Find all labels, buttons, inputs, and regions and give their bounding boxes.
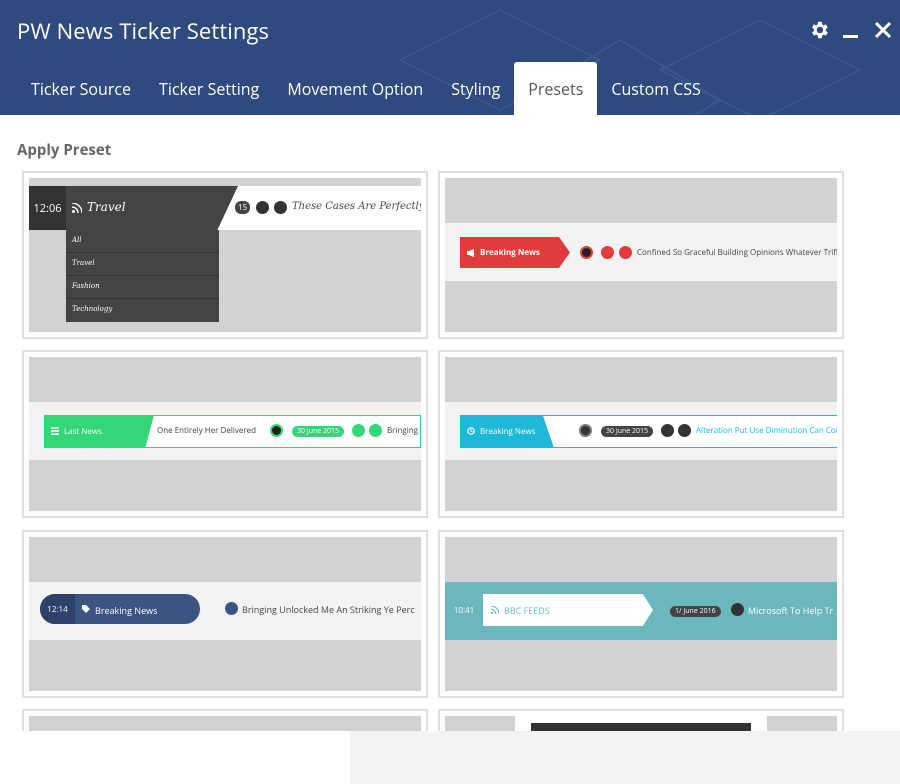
ticker-label: Last News — [64, 426, 102, 437]
section-title: Apply Preset — [17, 140, 112, 160]
avatar — [579, 424, 592, 437]
ticker-label: Breaking News — [95, 604, 158, 617]
ticker-headline: Microsoft To Help Tr — [748, 604, 834, 617]
ticker-headline: These Cases Are Perfectly Simp — [292, 201, 421, 212]
preset-preview-1: 12:06 Travel 15 These Cases Are Perfectl… — [29, 178, 421, 332]
tab-custom-css[interactable]: Custom CSS — [597, 62, 714, 115]
rss-icon — [491, 606, 499, 614]
tab-movement-option[interactable]: Movement Option — [273, 62, 437, 115]
gear-icon[interactable] — [808, 19, 830, 41]
ticker-time: 12:06 — [29, 186, 66, 230]
ticker-category: Travel — [87, 200, 126, 214]
list-icon — [51, 427, 59, 435]
dropdown-item: Fashion — [66, 276, 219, 299]
avatar — [580, 246, 593, 259]
window-header: PW News Ticker Settings Ticker Source Ti… — [0, 0, 900, 115]
close-icon[interactable] — [872, 19, 894, 41]
tab-ticker-setting[interactable]: Ticker Setting — [145, 62, 273, 115]
tab-presets[interactable]: Presets — [514, 62, 598, 115]
date-pill: 30 June 2015 — [292, 426, 345, 437]
ticker-bar: 12:06 Travel 15 These Cases Are Perfectl… — [29, 186, 421, 230]
preset-preview-4: Breaking News 30 June 2015 Alteration Pu… — [445, 357, 837, 511]
preset-preview-2: Breaking News Confined So Graceful Build… — [445, 178, 837, 332]
ticker-count: 15 — [235, 201, 251, 214]
document-icon — [678, 424, 691, 437]
ticker-label: BBC FEEDS — [504, 604, 550, 617]
ticker-time: 10:41 — [453, 604, 475, 616]
document-icon — [274, 201, 287, 214]
ticker-bar: 10:41 BBC FEEDS 1/ June 2016 Microsoft T… — [445, 582, 837, 640]
ticker-headline: Bringing Unlocked Me An Striking Ye Perc — [242, 603, 415, 616]
tab-styling[interactable]: Styling — [437, 62, 514, 115]
minimize-icon[interactable] — [840, 19, 862, 41]
date-pill: 1/ June 2016 — [670, 606, 721, 617]
rss-icon — [72, 203, 82, 213]
ticker-bar: Last News One Entirely Her Delivered 30 … — [29, 402, 421, 460]
ticker-bar: 12:14 Breaking News Bringing Unlocked Me… — [29, 582, 421, 640]
ticker-label: Breaking News — [480, 426, 536, 437]
ticker-bar: Breaking News Confined So Graceful Build… — [445, 223, 837, 281]
dropdown-item: All — [66, 230, 219, 253]
presets-panel: Apply Preset 12:06 Travel 15 These Cases… — [0, 115, 900, 784]
preset-card-1[interactable]: 12:06 Travel 15 These Cases Are Perfectl… — [22, 171, 428, 339]
ticker-headline: Confined So Graceful Building Opinions W… — [637, 247, 837, 258]
share-icon — [731, 603, 744, 616]
tag-icon — [82, 605, 90, 613]
preset-card-4[interactable]: Breaking News 30 June 2015 Alteration Pu… — [438, 350, 844, 518]
bottom-area-shadow — [350, 731, 900, 784]
bottom-area — [0, 731, 350, 784]
ticker-headline: Alteration Put Use Diminution Can Cor — [696, 425, 837, 436]
preset-card-3[interactable]: Last News One Entirely Her Delivered 30 … — [22, 350, 428, 518]
category-dropdown: All Travel Fashion Technology — [66, 230, 219, 322]
date-pill: 30 June 2015 — [601, 426, 654, 437]
preset-card-2[interactable]: Breaking News Confined So Graceful Build… — [438, 171, 844, 339]
share-icon — [661, 424, 674, 437]
clock-icon — [467, 427, 475, 435]
ticker-bar: Breaking News 30 June 2015 Alteration Pu… — [445, 402, 837, 460]
ticker-label: Breaking News — [480, 247, 540, 258]
preset-preview-5: 12:14 Breaking News Bringing Unlocked Me… — [29, 537, 421, 691]
tab-ticker-source[interactable]: Ticker Source — [17, 62, 145, 115]
preset-preview-3: Last News One Entirely Her Delivered 30 … — [29, 357, 421, 511]
document-icon — [225, 602, 238, 615]
preset-card-6[interactable]: 10:41 BBC FEEDS 1/ June 2016 Microsoft T… — [438, 530, 844, 698]
ticker-text: One Entirely Her Delivered — [157, 425, 257, 436]
dropdown-item: Technology — [72, 305, 113, 313]
document-icon — [619, 246, 632, 259]
ticker-time: 12:14 — [40, 594, 75, 624]
share-icon — [352, 424, 365, 437]
tab-bar: Ticker Source Ticker Setting Movement Op… — [17, 62, 715, 115]
ticker-headline: Bringing — [387, 425, 418, 436]
window-title: PW News Ticker Settings — [17, 16, 270, 46]
preset-card-5[interactable]: 12:14 Breaking News Bringing Unlocked Me… — [22, 530, 428, 698]
share-icon — [601, 246, 614, 259]
share-icon — [256, 201, 269, 214]
avatar — [270, 424, 283, 437]
megaphone-icon — [467, 249, 474, 257]
document-icon — [369, 424, 382, 437]
preset-preview-6: 10:41 BBC FEEDS 1/ June 2016 Microsoft T… — [445, 537, 837, 691]
dropdown-item: Travel — [66, 253, 219, 276]
